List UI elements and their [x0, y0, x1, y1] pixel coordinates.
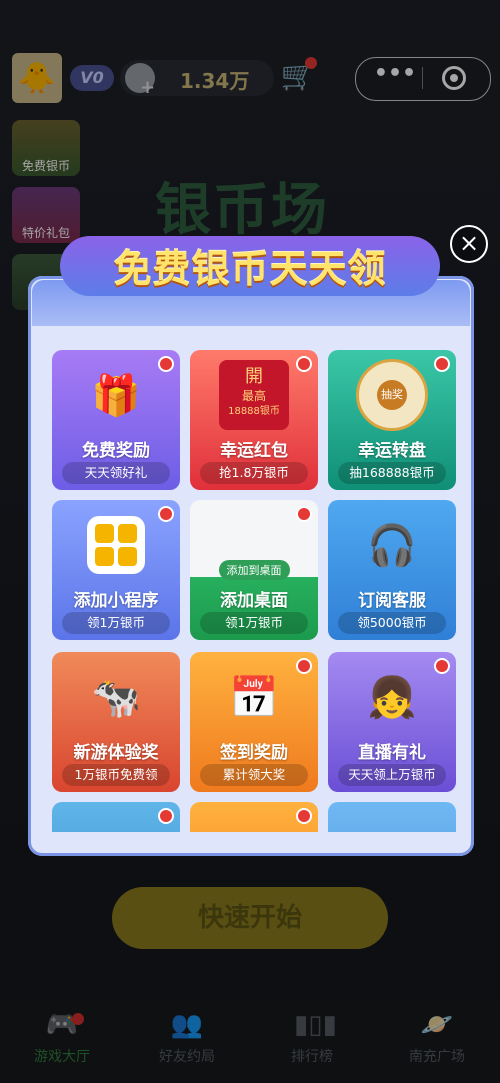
card-subtitle: 领1万银币 — [200, 612, 308, 634]
wheel-center-label: 抽奖 — [377, 380, 407, 410]
notification-dot — [296, 506, 312, 522]
card-subtitle: 抽168888银币 — [338, 462, 446, 484]
reward-card-free[interactable]: 🎁 免费奖励 天天领好礼 — [52, 350, 180, 490]
desktop-caption: 添加到桌面 — [218, 560, 290, 580]
card-title: 新游体验奖 — [73, 743, 159, 763]
notification-dot — [158, 356, 174, 372]
notification-dot — [296, 356, 312, 372]
notification-dot — [434, 356, 450, 372]
card-subtitle: 累计领大奖 — [200, 764, 308, 786]
card-title: 免费奖励 — [82, 441, 150, 461]
modal-title: 免费银币天天领 — [113, 247, 387, 291]
envelope-open-text: 開 — [245, 366, 263, 387]
notification-dot — [158, 808, 174, 824]
reward-card-red-envelope[interactable]: 開 最高 18888银币 幸运红包 抢1.8万银币 — [190, 350, 318, 490]
card-subtitle: 天天领好礼 — [62, 462, 170, 484]
headset-icon: 🎧 — [367, 522, 417, 569]
card-title: 订阅客服 — [358, 591, 426, 611]
card-title: 添加桌面 — [220, 591, 288, 611]
reward-card-partial[interactable] — [52, 802, 180, 832]
reward-card-lucky-wheel[interactable]: 抽奖 幸运转盘 抽168888银币 — [328, 350, 456, 490]
card-subtitle: 抢1.8万银币 — [200, 462, 308, 484]
card-title: 签到奖励 — [220, 743, 288, 763]
envelope-max-text: 最高 — [241, 389, 266, 403]
notification-dot — [296, 658, 312, 674]
notification-dot — [296, 808, 312, 824]
card-title: 添加小程序 — [73, 591, 159, 611]
card-subtitle: 1万银币免费领 — [62, 764, 170, 786]
envelope-amount: 18888银币 — [228, 406, 280, 417]
reward-card-checkin[interactable]: 📅 签到奖励 累计领大奖 — [190, 652, 318, 792]
card-title: 直播有礼 — [358, 743, 426, 763]
notification-dot — [158, 506, 174, 522]
reward-card-live[interactable]: 👧 直播有礼 天天领上万银币 — [328, 652, 456, 792]
notification-dot — [434, 658, 450, 674]
card-subtitle: 领5000银币 — [338, 612, 446, 634]
card-title: 幸运红包 — [220, 441, 288, 461]
card-subtitle: 天天领上万银币 — [338, 764, 446, 786]
card-subtitle: 领1万银币 — [62, 612, 170, 634]
reward-card-partial[interactable] — [190, 802, 318, 832]
reward-card-mini-program[interactable]: 添加小程序 领1万银币 — [52, 500, 180, 640]
reward-card-subscribe-service[interactable]: 🎧 订阅客服 领5000银币 — [328, 500, 456, 640]
game-character-icon: 🐄 — [91, 674, 141, 721]
reward-grid: 🎁 免费奖励 天天领好礼 開 最高 18888银币 幸运红包 抢1.8万银币 抽… — [40, 336, 462, 832]
close-icon[interactable]: × — [450, 225, 488, 263]
reward-card-new-game[interactable]: 🐄 新游体验奖 1万银币免费领 — [52, 652, 180, 792]
reward-card-partial[interactable] — [328, 802, 456, 832]
card-title: 幸运转盘 — [358, 441, 426, 461]
reward-card-add-desktop[interactable]: 添加到桌面 添加桌面 领1万银币 — [190, 500, 318, 640]
